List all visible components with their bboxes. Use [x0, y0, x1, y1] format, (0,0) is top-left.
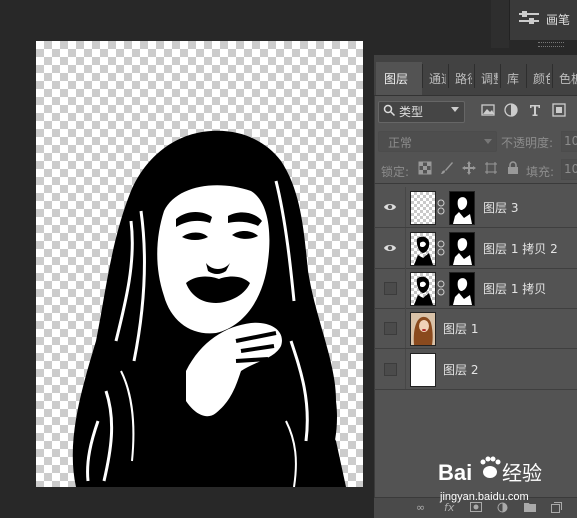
tab-separator: [422, 64, 423, 88]
filter-kind-label: 类型: [399, 105, 424, 119]
chain-link-icon[interactable]: [437, 280, 445, 296]
layer-name[interactable]: 图层 2: [443, 361, 478, 378]
panel-dock-strip: [491, 0, 509, 48]
visibility-toggle-off[interactable]: [384, 363, 397, 376]
visibility-toggle-off[interactable]: [384, 282, 397, 295]
brush-settings-icon[interactable]: [518, 10, 540, 26]
layer-row[interactable]: 图层 1: [374, 308, 577, 349]
panel-grip[interactable]: [538, 42, 564, 47]
eye-icon[interactable]: [383, 241, 397, 255]
eye-icon[interactable]: [383, 200, 397, 214]
tab-separator: [500, 64, 501, 88]
lock-position-move-icon[interactable]: [462, 161, 476, 175]
layer-thumbnail[interactable]: [410, 232, 436, 266]
shape-filter-icon[interactable]: [551, 102, 567, 118]
chevron-down-icon: [451, 107, 459, 112]
lock-artboard-icon[interactable]: [484, 161, 498, 175]
layer-name[interactable]: 图层 1: [443, 320, 478, 337]
lock-all-icon[interactable]: [506, 161, 520, 175]
tab-separator: [526, 64, 527, 88]
layer-name[interactable]: 图层 1 拷贝 2: [483, 240, 558, 257]
opacity-label: 不透明度:: [501, 136, 554, 150]
paw-logo-icon: [480, 456, 501, 478]
layer-name[interactable]: 图层 3: [483, 199, 518, 216]
image-filter-icon[interactable]: [480, 102, 496, 118]
divider: [405, 308, 406, 348]
tab-paths[interactable]: 路径: [455, 70, 472, 87]
adjustment-filter-icon[interactable]: [503, 102, 519, 118]
layer-mask-thumbnail[interactable]: [449, 191, 475, 225]
tab-color[interactable]: 颜色: [533, 70, 550, 87]
opacity-value: 10: [564, 134, 577, 148]
brush-panel-label[interactable]: 画笔: [546, 11, 570, 28]
layer-row[interactable]: 图层 2: [374, 349, 577, 390]
layer-row[interactable]: 图层 1 拷贝: [374, 268, 577, 309]
watermark-brand: Bai: [438, 460, 472, 485]
tab-adjustments[interactable]: 调整: [481, 70, 498, 87]
layer-thumbnail[interactable]: [410, 353, 436, 387]
mask-silhouette: [453, 238, 472, 265]
thumbnail-photo: [413, 316, 433, 345]
chain-link-icon[interactable]: [437, 199, 445, 215]
mask-silhouette: [453, 278, 472, 305]
tab-separator: [448, 64, 449, 88]
chain-link-icon[interactable]: [437, 240, 445, 256]
layer-mask-thumbnail[interactable]: [449, 272, 475, 306]
watermark-url: jingyan.baidu.com: [439, 491, 529, 503]
thumbnail-silhouette: [414, 276, 433, 305]
divider: [405, 228, 406, 268]
layer-thumbnail[interactable]: [410, 312, 436, 346]
link-layers-icon[interactable]: ∞: [416, 501, 425, 514]
tab-separator: [474, 64, 475, 88]
tab-channels[interactable]: 通道: [429, 70, 446, 87]
tab-layers[interactable]: 图层: [384, 70, 408, 87]
document-canvas[interactable]: [36, 41, 363, 487]
search-icon: [383, 104, 396, 117]
divider: [405, 187, 406, 227]
divider: [374, 183, 577, 184]
thumbnail-silhouette: [414, 236, 433, 265]
layer-thumbnail[interactable]: [410, 272, 436, 306]
layer-name[interactable]: 图层 1 拷贝: [483, 280, 546, 297]
layer-mask-thumbnail[interactable]: [449, 232, 475, 266]
fill-value: 10: [564, 162, 577, 176]
artwork-woman-portrait: [72, 130, 346, 487]
layer-thumbnail[interactable]: [410, 191, 436, 225]
visibility-toggle-off[interactable]: [384, 322, 397, 335]
text-filter-icon[interactable]: [527, 102, 543, 118]
tab-libraries[interactable]: 库: [507, 70, 519, 87]
watermark-brand-suffix: 经验: [502, 461, 542, 485]
chevron-down-icon: [484, 139, 492, 144]
lock-label: 锁定:: [381, 165, 410, 179]
blend-mode-value: 正常: [388, 136, 413, 150]
tab-separator: [552, 64, 553, 88]
fill-label: 填充:: [526, 165, 555, 179]
layer-row[interactable]: 图层 3: [374, 187, 577, 228]
mask-silhouette: [453, 197, 472, 224]
baidu-jingyan-watermark: Bai 经验 jingyan.baidu.com: [438, 456, 542, 503]
lock-pixels-brush-icon[interactable]: [440, 161, 454, 175]
divider: [405, 349, 406, 389]
divider: [405, 268, 406, 308]
layer-row[interactable]: 图层 1 拷贝 2: [374, 228, 577, 269]
tab-swatches[interactable]: 色板: [559, 70, 577, 87]
lock-transparency-icon[interactable]: [418, 161, 432, 175]
